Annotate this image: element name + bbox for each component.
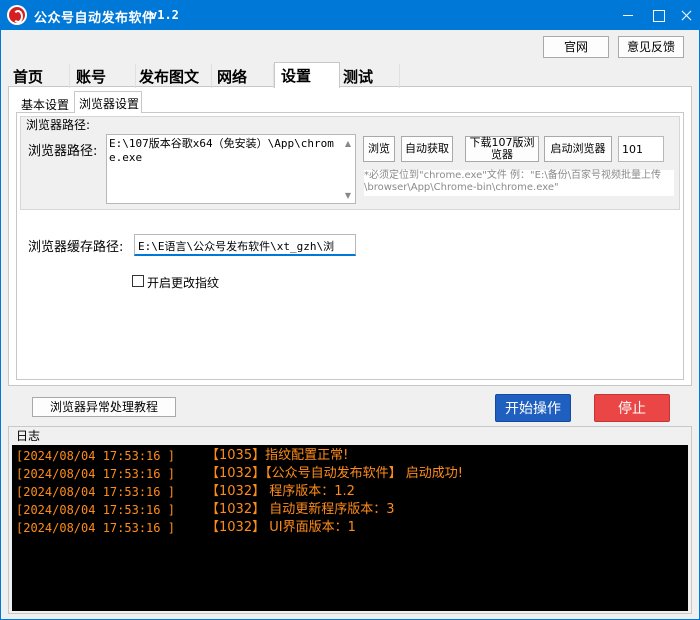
log-time: [2024/08/04 17:53:16 ] — [16, 521, 175, 535]
log-time: [2024/08/04 17:53:16 ] — [16, 485, 175, 499]
port-input[interactable]: 101 — [618, 136, 664, 162]
fingerprint-label[interactable]: 开启更改指纹 — [147, 274, 219, 291]
official-site-button[interactable]: 官网 — [543, 36, 609, 58]
log-title: 日志 — [16, 429, 41, 443]
browser-tutorial-button[interactable]: 浏览器异常处理教程 — [32, 397, 176, 417]
feedback-button[interactable]: 意见反馈 — [618, 36, 684, 58]
log-line: [2024/08/04 17:53:16 ] 【1032】 程序版本：1.2 — [16, 483, 684, 501]
tab-test[interactable]: 测试 — [340, 64, 400, 88]
cache-path-label: 浏览器缓存路径: — [28, 240, 124, 255]
tab-settings[interactable]: 设置 — [274, 62, 340, 88]
download-browser-button[interactable]: 下载107版浏览器 — [465, 136, 539, 162]
browser-path-label: 浏览器路径: — [28, 144, 98, 159]
minimize-button[interactable] — [612, 0, 644, 30]
tab-home[interactable]: 首页 — [8, 64, 70, 88]
log-message: 【1032】 UI界面版本：1 — [206, 520, 356, 535]
browser-path-group-title: 浏览器路径: — [26, 118, 91, 132]
start-button[interactable]: 开始操作 — [495, 394, 571, 422]
log-message: 【1035】指纹配置正常! — [206, 448, 349, 463]
window-version: v1.2 — [150, 8, 179, 22]
cache-path-input[interactable]: E:\E语言\公众号发布软件\xt_gzh\浏 — [134, 234, 356, 256]
app-logo-icon — [7, 5, 27, 25]
tab-network[interactable]: 网络 — [212, 64, 274, 88]
log-line: [2024/08/04 17:53:16 ] 【1032】 自动更新程序版本：3 — [16, 501, 684, 519]
tab-basic-settings[interactable]: 基本设置 — [18, 93, 74, 113]
tab-browser-settings[interactable]: 浏览器设置 — [74, 91, 142, 113]
log-time: [2024/08/04 17:53:16 ] — [16, 467, 175, 481]
log-line: [2024/08/04 17:53:16 ] 【1035】指纹配置正常! — [16, 447, 684, 465]
window-title: 公众号自动发布软件 — [34, 11, 156, 26]
scroll-down-icon[interactable]: ▼ — [342, 190, 354, 202]
auto-get-button[interactable]: 自动获取 — [401, 136, 453, 162]
close-button[interactable] — [670, 0, 700, 30]
browser-path-textarea[interactable]: E:\107版本谷歌x64（免安装）\App\chrome.exe — [106, 134, 356, 204]
title-bar: 公众号自动发布软件 v1.2 — [0, 0, 700, 30]
log-time: [2024/08/04 17:53:16 ] — [16, 449, 175, 463]
browse-button[interactable]: 浏览 — [363, 136, 395, 162]
tab-publish[interactable]: 发布图文 — [136, 64, 212, 88]
log-time: [2024/08/04 17:53:16 ] — [16, 503, 175, 517]
tab-account[interactable]: 账号 — [70, 64, 136, 88]
log-line: [2024/08/04 17:53:16 ] 【1032】 UI界面版本：1 — [16, 519, 684, 537]
log-message: 【1032】 自动更新程序版本：3 — [206, 502, 395, 517]
fingerprint-checkbox[interactable] — [132, 275, 144, 287]
path-hint-text: *必须定位到"chrome.exe"文件 例："E:\备份\百家号视频批量上传\… — [364, 170, 674, 196]
log-message: 【1032】 程序版本：1.2 — [206, 484, 355, 499]
stop-button[interactable]: 停止 — [594, 394, 670, 422]
scroll-up-icon[interactable]: ▲ — [342, 138, 354, 150]
log-line: [2024/08/04 17:53:16 ] 【1032】【公众号自动发布软件】… — [16, 465, 684, 483]
log-output[interactable]: [2024/08/04 17:53:16 ] 【1035】指纹配置正常! [20… — [12, 445, 688, 611]
log-message: 【1032】【公众号自动发布软件】 启动成功! — [206, 466, 463, 481]
launch-browser-button[interactable]: 启动浏览器 — [544, 136, 612, 162]
